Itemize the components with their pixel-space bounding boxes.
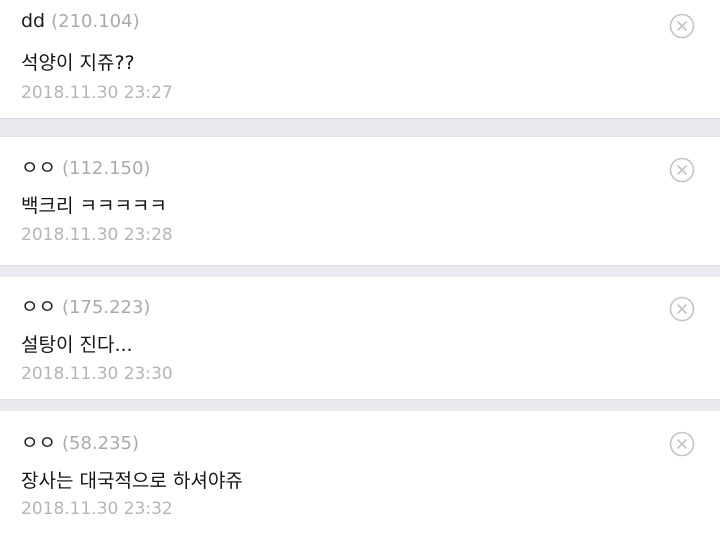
- comment-divider: [0, 265, 720, 277]
- comment-date: 2018.11.30 23:30: [21, 364, 173, 384]
- comment-meta: dd (210.104): [21, 10, 140, 32]
- comment-list: dd (210.104) 석양이 지쥬?? 2018.11.30 23:27 ㅇㅇ…: [0, 0, 720, 540]
- comment-ip: (175.223): [61, 297, 151, 318]
- comment-ip: (210.104): [51, 11, 140, 32]
- delete-comment-button[interactable]: [669, 431, 695, 457]
- comment-text: 설탕이 진다...: [21, 334, 133, 356]
- comment-text: 석양이 지쥬??: [21, 52, 135, 74]
- comment-ip: (58.235): [61, 433, 139, 454]
- comment-item: ㅇㅇ (58.235) 장사는 대국적으로 하셔야쥬 2018.11.30 23:…: [0, 411, 720, 540]
- comment-date: 2018.11.30 23:32: [21, 499, 173, 519]
- comment-date: 2018.11.30 23:28: [21, 225, 173, 245]
- comment-author: ㅇㅇ: [21, 296, 56, 318]
- delete-comment-button[interactable]: [669, 296, 695, 322]
- comment-meta: ㅇㅇ (112.150): [21, 153, 150, 180]
- comment-item: ㅇㅇ (175.223) 설탕이 진다... 2018.11.30 23:30: [0, 277, 720, 399]
- comment-item: dd (210.104) 석양이 지쥬?? 2018.11.30 23:27: [0, 0, 720, 118]
- comment-author: ㅇㅇ: [21, 157, 56, 179]
- comment-author: ㅇㅇ: [21, 432, 56, 454]
- close-circle-icon: [669, 431, 695, 457]
- comment-item: ㅇㅇ (112.150) 백크리 ㅋㅋㅋㅋㅋ 2018.11.30 23:28: [0, 137, 720, 265]
- comment-text: 백크리 ㅋㅋㅋㅋㅋ: [21, 195, 167, 217]
- delete-comment-button[interactable]: [669, 157, 695, 183]
- close-circle-icon: [669, 13, 695, 39]
- comment-ip: (112.150): [61, 158, 151, 179]
- delete-comment-button[interactable]: [669, 13, 695, 39]
- comment-divider: [0, 118, 720, 137]
- comment-text: 장사는 대국적으로 하셔야쥬: [21, 470, 243, 492]
- comment-date: 2018.11.30 23:27: [21, 83, 173, 103]
- comment-meta: ㅇㅇ (175.223): [21, 292, 150, 319]
- comment-author: dd: [21, 10, 46, 32]
- close-circle-icon: [669, 157, 695, 183]
- close-circle-icon: [669, 296, 695, 322]
- comment-divider: [0, 399, 720, 411]
- comment-meta: ㅇㅇ (58.235): [21, 428, 139, 455]
